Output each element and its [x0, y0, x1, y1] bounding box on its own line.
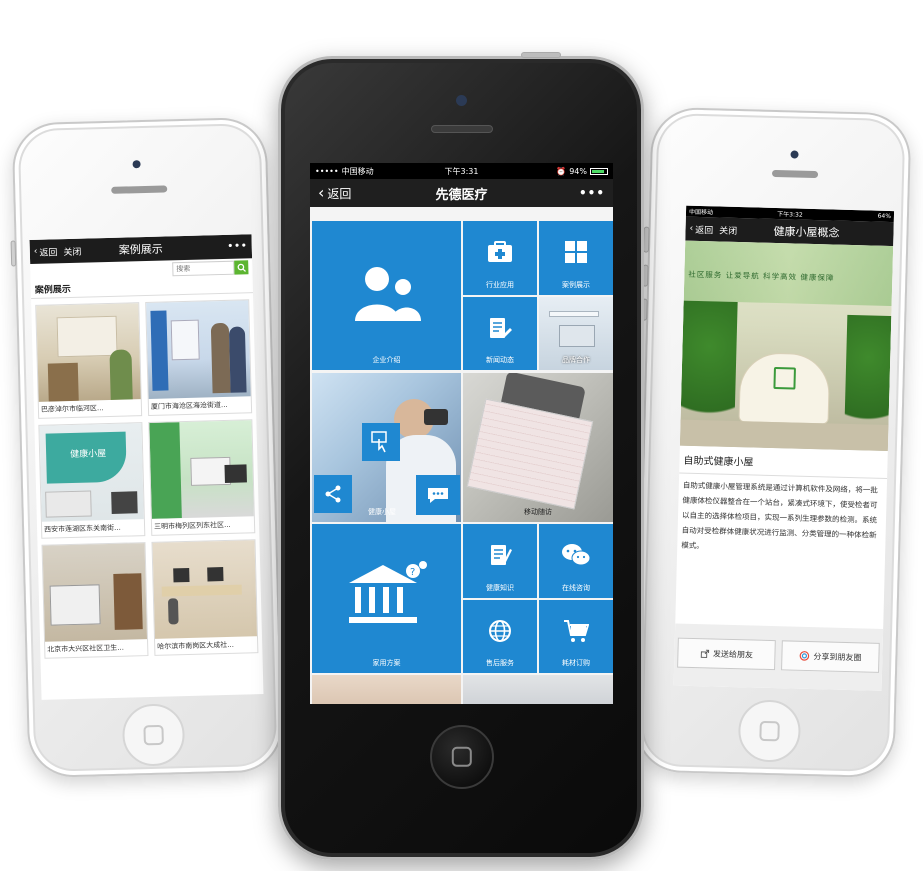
- left-screen: ‹ 返回 关闭 案例展示 ••• 案例展示: [29, 234, 264, 700]
- back-button[interactable]: ‹ 返回: [318, 185, 351, 202]
- case-caption: 哈尔滨市南岗区大成社...: [157, 640, 234, 651]
- center-screen: ••••• 中国移动 下午3:31 ⏰ 94% ‹ 返回 先德医疗 ••• 企业…: [310, 163, 613, 704]
- case-card[interactable]: 巴彦淖尔市临河区...: [35, 302, 143, 419]
- tile-order[interactable]: 耗材订购: [539, 600, 613, 673]
- more-menu-icon[interactable]: •••: [579, 186, 605, 200]
- more-menu-icon[interactable]: •••: [227, 241, 248, 252]
- tile-health[interactable]: 健康小屋: [312, 373, 461, 522]
- right-screen: 中国移动 下午3:32 64% ‹ 返回 关闭 健康小屋概念 社区服务 让爱导航…: [673, 205, 895, 691]
- power-button: [521, 52, 561, 58]
- tile-mobile[interactable]: 移动随访: [463, 373, 613, 522]
- case-card[interactable]: 健康小屋 西安市莲湖区东关南街...: [38, 422, 146, 539]
- tile-consult[interactable]: 在线咨询: [539, 524, 613, 598]
- close-button[interactable]: 关闭: [63, 244, 81, 257]
- case-card[interactable]: 三明市梅列区列东社区...: [148, 419, 256, 536]
- earpiece-speaker: [431, 125, 493, 133]
- metro-tile-grid: 企业介绍 行业应用 案例展示 新闻动态 品牌合作 健康小屋 移动随访 ? 家用方…: [310, 207, 613, 704]
- home-button[interactable]: [737, 699, 802, 763]
- search-icon: [237, 263, 246, 272]
- tile-brand[interactable]: 品牌合作: [539, 297, 613, 370]
- case-caption: 巴彦淖尔市临河区...: [40, 404, 104, 414]
- article-body: 自助式健康小屋管理系统是通过计算机软件及网络，将一批健康体检仪器整合在一个站台，…: [681, 480, 878, 551]
- case-caption: 厦门市海沧区海沧街道...: [150, 400, 228, 411]
- microscope-photo: [424, 409, 448, 425]
- home-square-icon: [759, 720, 780, 742]
- back-button[interactable]: ‹ 返回: [689, 222, 713, 236]
- tile-knowledge[interactable]: 健康知识: [463, 524, 537, 598]
- chevron-left-icon: ‹: [33, 246, 38, 257]
- share-actions: 发送给朋友 分享到朋友圈: [673, 623, 884, 691]
- people-icon: [354, 266, 421, 321]
- grid-icon: [565, 241, 587, 264]
- left-phone: ‹ 返回 关闭 案例展示 ••• 案例展示: [10, 116, 284, 779]
- battery-icon: [590, 167, 608, 175]
- close-button[interactable]: 关闭: [719, 223, 737, 236]
- center-nav-bar: ‹ 返回 先德医疗 •••: [310, 179, 613, 207]
- case-card[interactable]: 哈尔滨市南岗区大成社...: [151, 539, 259, 656]
- page-title: 健康小屋概念: [773, 224, 840, 240]
- case-grid: 巴彦淖尔市临河区... 厦门市海沧区海沧街道... 健康小屋 西安市莲湖区东关南…: [31, 293, 263, 665]
- tile-news[interactable]: 新闻动态: [463, 297, 537, 370]
- mute-switch: [10, 240, 17, 267]
- chevron-left-icon: ‹: [689, 223, 694, 234]
- tile-home[interactable]: ? 家用方案: [312, 524, 461, 673]
- front-camera: [790, 150, 799, 159]
- home-button[interactable]: [430, 725, 494, 789]
- case-photo: [42, 543, 148, 642]
- svg-text:?: ?: [410, 567, 415, 578]
- chat-bubble-icon: [428, 488, 448, 503]
- front-camera: [456, 95, 467, 106]
- tile-service[interactable]: 售后服务: [463, 600, 537, 673]
- search-input[interactable]: [172, 260, 235, 277]
- tile-industry[interactable]: 行业应用: [463, 221, 537, 295]
- tile-partial-photo: [463, 675, 613, 704]
- wechat-icon: [562, 544, 591, 566]
- case-photo: [36, 303, 141, 402]
- send-to-friend-button[interactable]: 发送给朋友: [677, 637, 776, 671]
- case-caption: 西安市莲湖区东关南街...: [44, 523, 121, 534]
- center-phone: ••••• 中国移动 下午3:31 ⏰ 94% ‹ 返回 先德医疗 ••• 企业…: [278, 52, 644, 860]
- globe-icon: [489, 619, 511, 642]
- case-card[interactable]: 北京市大兴区社区卫生...: [41, 542, 149, 659]
- document-pen-icon: [491, 545, 512, 566]
- back-button[interactable]: ‹ 返回: [34, 245, 58, 259]
- article-photo: 社区服务 让爱导航 科学高效 健康保障: [679, 240, 894, 452]
- case-photo: [149, 420, 254, 519]
- moments-icon: [799, 651, 810, 661]
- tile-partial-photo: [312, 675, 461, 704]
- front-camera: [132, 160, 141, 169]
- share-moments-button[interactable]: 分享到朋友圈: [781, 640, 880, 673]
- bank-building-icon: ?: [348, 560, 427, 623]
- medical-kit-icon: [488, 241, 512, 263]
- shopping-cart-icon: [564, 619, 589, 642]
- page-title: 先德医疗: [435, 187, 488, 203]
- status-time: 下午3:31: [444, 166, 479, 176]
- tile-cases[interactable]: 案例展示: [539, 221, 613, 295]
- tile-company[interactable]: 企业介绍: [312, 221, 461, 370]
- case-caption: 北京市大兴区社区卫生...: [47, 643, 125, 654]
- home-button[interactable]: [121, 703, 186, 767]
- earpiece-speaker: [111, 185, 168, 194]
- news-edit-icon: [490, 317, 512, 338]
- case-photo: 健康小屋: [39, 423, 144, 522]
- case-caption: 三明市梅列区列东社区...: [153, 520, 231, 531]
- case-photo: [146, 300, 251, 399]
- share-nodes-icon: [325, 485, 341, 503]
- right-phone: 中国移动 下午3:32 64% ‹ 返回 关闭 健康小屋概念 社区服务 让爱导航…: [634, 106, 912, 779]
- home-square-icon: [451, 746, 473, 768]
- chevron-left-icon: ‹: [318, 183, 325, 202]
- share-out-icon: [700, 649, 709, 658]
- earpiece-speaker: [771, 169, 819, 179]
- search-button[interactable]: [234, 260, 249, 275]
- touch-icon: [371, 431, 387, 453]
- status-bar: ••••• 中国移动 下午3:31 ⏰ 94%: [310, 163, 613, 179]
- case-photo: [152, 540, 257, 639]
- home-square-icon: [143, 724, 164, 746]
- case-card[interactable]: 厦门市海沧区海沧街道...: [145, 299, 253, 416]
